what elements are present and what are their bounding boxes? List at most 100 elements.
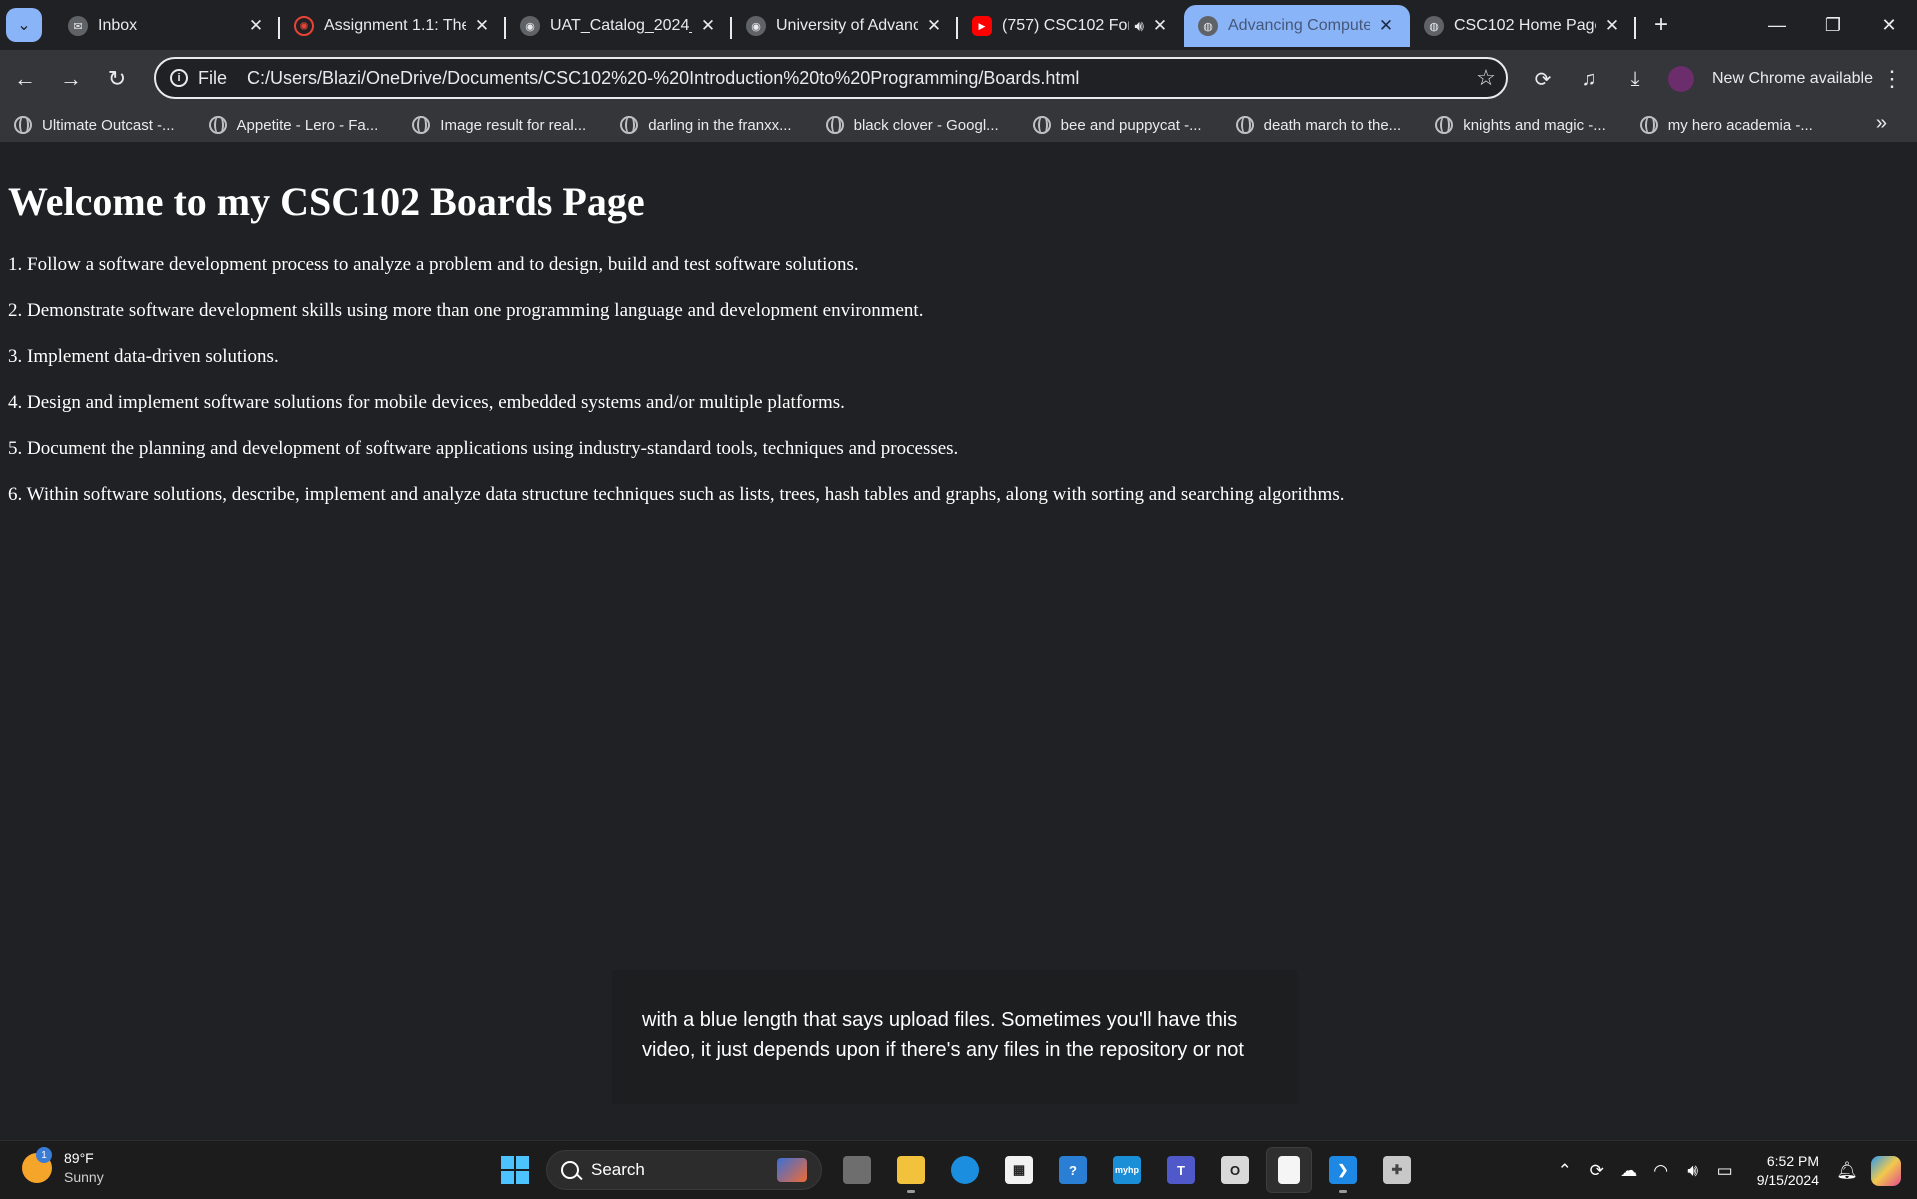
taskbar-search[interactable]: Search [546, 1150, 822, 1190]
tab-close-icon[interactable]: ✕ [924, 16, 944, 36]
file-explorer-button[interactable] [888, 1147, 934, 1193]
outcome-item: 6. Within software solutions, describe, … [8, 484, 1345, 505]
address-bar[interactable]: i File C:/Users/Blazi/OneDrive/Documents… [154, 57, 1508, 99]
outcome-item: 1. Follow a software development process… [8, 254, 859, 275]
bookmark-item[interactable]: my hero academia -... [1639, 116, 1813, 134]
copilot-icon[interactable] [1871, 1155, 1901, 1186]
task-view-button[interactable] [834, 1147, 880, 1193]
clock-time: 6:52 PM [1766, 1152, 1819, 1169]
menu-kebab-icon[interactable]: ⋮ [1881, 66, 1903, 92]
toolbar-actions: ⟳ ♫ ⤓ New Chrome available ⋮ [1520, 50, 1903, 108]
tab-close-icon[interactable]: ✕ [472, 16, 492, 36]
notification-badge: 1 [36, 1147, 52, 1163]
outcome-item: 2. Demonstrate software development skil… [8, 300, 924, 321]
uat-icon: ◉ [520, 16, 540, 36]
globe-icon: ◍ [1424, 16, 1444, 36]
minimize-icon[interactable]: — [1749, 0, 1805, 50]
weather-widget[interactable]: 1 89°F Sunny [22, 1147, 104, 1187]
bookmark-item[interactable]: death march to the... [1235, 116, 1401, 134]
outlook-icon: O [1221, 1156, 1249, 1184]
clock[interactable]: 6:52 PM 9/15/2024 [1757, 1152, 1819, 1190]
start-button[interactable] [492, 1147, 538, 1193]
restore-icon[interactable]: ❐ [1805, 0, 1861, 50]
wifi-icon[interactable]: ◠ [1645, 1161, 1677, 1181]
media-controls-icon[interactable]: ♫ [1566, 56, 1612, 102]
caption-line: video, it just depends upon if there's a… [642, 1039, 1244, 1061]
tab-title: (757) CSC102 For [1002, 17, 1129, 34]
notepad-icon [1278, 1156, 1300, 1184]
tab-close-icon[interactable]: ✕ [1602, 16, 1622, 36]
vscode-button[interactable]: ❯ [1320, 1147, 1366, 1193]
tab-close-icon[interactable]: ✕ [698, 16, 718, 36]
weather-condition: Sunny [64, 1169, 104, 1185]
globe-icon [825, 116, 844, 134]
edge-button[interactable] [942, 1147, 988, 1193]
tab-close-icon[interactable]: ✕ [246, 16, 266, 36]
bookmark-star-icon[interactable]: ☆ [1466, 65, 1506, 91]
help-button[interactable]: ? [1050, 1147, 1096, 1193]
globe-icon [1032, 116, 1051, 134]
bookmark-label: Appetite - Lero - Fa... [236, 116, 379, 134]
bookmark-item[interactable]: Appetite - Lero - Fa... [208, 116, 379, 134]
site-info-icon[interactable]: i [170, 69, 188, 87]
tab-close-icon[interactable]: ✕ [1150, 16, 1170, 36]
onedrive-icon[interactable]: ☁ [1613, 1161, 1645, 1181]
tab-close-icon[interactable]: ✕ [1376, 16, 1396, 36]
tab-csc102-home[interactable]: ◍ CSC102 Home Page ✕ [1410, 5, 1636, 47]
puzzle-icon: ✚ [1383, 1156, 1411, 1184]
store-button[interactable]: ▦ [996, 1147, 1042, 1193]
myhp-button[interactable]: myhp [1104, 1147, 1150, 1193]
bell-icon[interactable]: 🔔︎ [1831, 1161, 1863, 1181]
tab-youtube[interactable]: ▶ (757) CSC102 For 🔊︎ ✕ [958, 5, 1184, 47]
chrome-update-label[interactable]: New Chrome available [1712, 70, 1873, 88]
tab-title: Assignment 1.1: The In [324, 17, 466, 34]
clock-date: 9/15/2024 [1756, 1171, 1819, 1188]
tab-inbox[interactable]: ✉ Inbox ✕ [54, 5, 280, 47]
download-icon[interactable]: ⤓ [1612, 56, 1658, 102]
globe-icon [1235, 116, 1254, 134]
tab-advancing-computer[interactable]: ◍ Advancing Compute ✕ [1184, 5, 1410, 47]
tab-title: Inbox [98, 17, 138, 34]
bookmark-item[interactable]: darling in the franxx... [620, 116, 792, 134]
extension-icon[interactable]: ⟳ [1520, 56, 1566, 102]
tab-university[interactable]: ◉ University of Advanci ✕ [732, 5, 958, 47]
reload-icon[interactable]: ↻ [94, 56, 140, 102]
bookmark-label: darling in the franxx... [648, 116, 792, 134]
windows-icon [501, 1156, 529, 1184]
bookmark-item[interactable]: black clover - Googl... [825, 116, 999, 134]
tab-assignment[interactable]: ✺ Assignment 1.1: The In ✕ [280, 5, 506, 47]
search-highlight-icon [777, 1158, 807, 1182]
bookmark-item[interactable]: Image result for real... [412, 116, 586, 134]
forward-icon[interactable]: → [48, 56, 94, 102]
back-icon[interactable]: ← [2, 56, 48, 102]
profile-avatar[interactable] [1668, 66, 1694, 92]
bookmark-item[interactable]: bee and puppycat -... [1032, 116, 1202, 134]
close-window-icon[interactable]: ✕ [1861, 0, 1917, 50]
folder-icon [897, 1156, 925, 1184]
speaker-icon[interactable]: 🔊︎ [1135, 18, 1144, 35]
battery-icon[interactable]: ▭ [1709, 1161, 1741, 1181]
volume-icon[interactable]: 🔊︎ [1677, 1161, 1709, 1181]
bookmark-item[interactable]: Ultimate Outcast -... [14, 116, 175, 134]
bookmark-item[interactable]: knights and magic -... [1435, 116, 1606, 134]
chevron-down-icon: ⌄ [17, 17, 31, 34]
tab-uat-catalog[interactable]: ◉ UAT_Catalog_2024_V ✕ [506, 5, 732, 47]
url-text[interactable]: C:/Users/Blazi/OneDrive/Documents/CSC102… [247, 68, 1466, 89]
bookmark-label: my hero academia -... [1667, 116, 1813, 134]
more-bookmarks-icon[interactable]: » [1876, 112, 1887, 135]
bookmark-label: black clover - Googl... [853, 116, 999, 134]
teams-button[interactable]: T [1158, 1147, 1204, 1193]
live-caption-overlay[interactable]: with a blue length that says upload file… [612, 970, 1298, 1104]
notepad-button[interactable] [1266, 1147, 1312, 1193]
canvas-icon: ✺ [294, 16, 314, 36]
new-tab-button[interactable]: + [1644, 8, 1678, 42]
scheme-chip[interactable]: File [198, 68, 227, 89]
globe-icon [208, 116, 227, 134]
tab-search-button[interactable]: ⌄ [6, 8, 42, 42]
task-view-icon [843, 1156, 871, 1184]
outlook-button[interactable]: O [1212, 1147, 1258, 1193]
puzzle-app-button[interactable]: ✚ [1374, 1147, 1420, 1193]
sync-icon[interactable]: ⟳ [1581, 1161, 1613, 1181]
search-icon [561, 1161, 579, 1179]
chevron-up-icon[interactable]: ⌃ [1549, 1161, 1581, 1181]
